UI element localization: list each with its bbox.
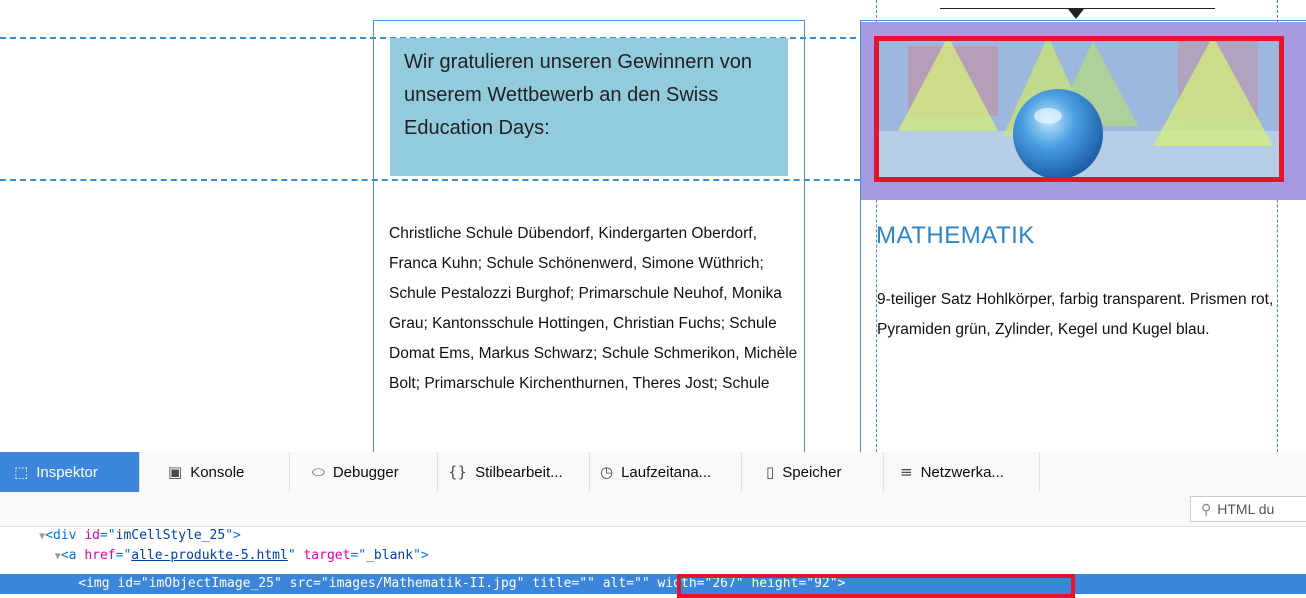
attr-name: href (84, 548, 116, 563)
dom-node-img-selected[interactable]: <img id="imObjectImage_25" src="images/M… (0, 574, 1306, 594)
product-title: MATHEMATIK (876, 222, 1035, 249)
tab-performance[interactable]: ◷ Laufzeitana... (590, 452, 742, 492)
devtools-panel: ⬚ Inspektor ▣ Konsole ⬭ Debugger {} Stil… (0, 452, 1306, 594)
winners-paragraph: Christliche Schule Dübendorf, Kindergart… (389, 225, 798, 392)
tag-name: div (53, 528, 77, 543)
tab-inspector[interactable]: ⬚ Inspektor (0, 452, 140, 492)
headline-box: Wir gratulieren unseren Gewinnern von un… (390, 38, 788, 176)
memory-icon: ▯ (766, 463, 775, 481)
devtools-tabbar: ⬚ Inspektor ▣ Konsole ⬭ Debugger {} Stil… (0, 452, 1306, 493)
tab-label: Speicher (782, 463, 842, 481)
tab-label: Laufzeitana... (621, 463, 712, 481)
tag-name: img (86, 576, 110, 591)
tab-memory[interactable]: ▯ Speicher (742, 452, 884, 492)
attributes-highlight-box (677, 574, 1075, 598)
network-icon: ≡ (900, 463, 913, 481)
product-description: 9-teiliger Satz Hohlkörper, farbig trans… (877, 291, 1274, 338)
tab-label: Inspektor (36, 463, 98, 481)
attr-value: images/Mathematik-II.jpg (328, 576, 517, 591)
attr-value: _blank (366, 548, 414, 563)
attr-name: target (303, 548, 351, 563)
debugger-icon: ⬭ (312, 463, 325, 481)
headline-text: Wir gratulieren unseren Gewinnern von un… (404, 51, 752, 139)
dom-node-div[interactable]: ▼<div id="imCellStyle_25"> (0, 526, 1306, 546)
search-placeholder: HTML du (1217, 501, 1275, 517)
html-search-field[interactable]: ⚲ HTML du (1190, 496, 1306, 522)
inspector-toolbar: ⚲ HTML du (0, 492, 1306, 527)
tab-label: Stilbearbeit... (475, 463, 563, 481)
dom-node-a[interactable]: ▼<a href="alle-produkte-5.html" target="… (0, 546, 1306, 566)
attr-value: imObjectImage_25 (148, 576, 274, 591)
tooltip-arrow-icon (1068, 9, 1084, 19)
tab-label: Netzwerka... (920, 463, 1004, 481)
performance-icon: ◷ (600, 463, 614, 481)
tab-style-editor[interactable]: {} Stilbearbeit... (438, 452, 590, 492)
attr-name: id (84, 528, 100, 543)
search-icon: ⚲ (1201, 500, 1212, 517)
tab-debugger[interactable]: ⬭ Debugger (290, 452, 438, 492)
tab-console[interactable]: ▣ Konsole (140, 452, 290, 492)
style-editor-icon: {} (448, 463, 468, 481)
tag-name: a (68, 548, 77, 563)
attr-value: imCellStyle_25 (115, 528, 226, 543)
tab-network[interactable]: ≡ Netzwerka... (884, 452, 1040, 492)
tab-label: Debugger (332, 463, 399, 481)
image-highlight-box (874, 36, 1284, 182)
console-icon: ▣ (168, 463, 183, 481)
href-link[interactable]: alle-produkte-5.html (131, 548, 288, 563)
inspector-icon: ⬚ (14, 463, 29, 481)
tab-label: Konsole (190, 463, 245, 481)
